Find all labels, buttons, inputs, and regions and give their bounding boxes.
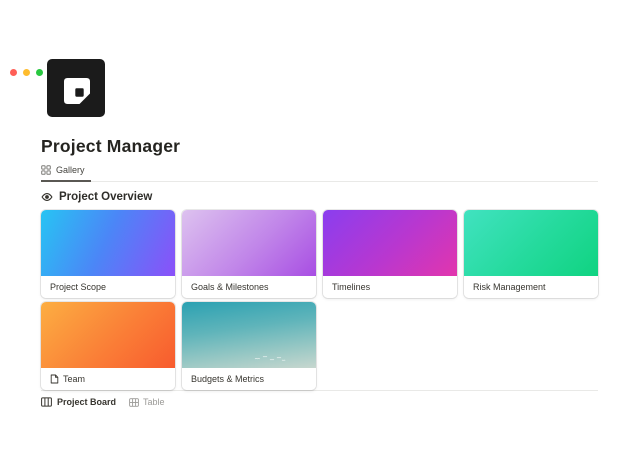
- page-icon: [50, 374, 59, 384]
- card-cover: [323, 210, 457, 276]
- board-title: Project Board: [57, 397, 116, 407]
- card-timelines[interactable]: Timelines: [323, 210, 457, 298]
- card-project-scope[interactable]: Project Scope: [41, 210, 175, 298]
- minimize-button[interactable]: [23, 69, 30, 76]
- eye-icon: [41, 191, 53, 203]
- section-project-board[interactable]: Project Board: [41, 397, 116, 407]
- card-risk-management[interactable]: Risk Management: [464, 210, 598, 298]
- card-cover: [41, 210, 175, 276]
- card-title: Timelines: [332, 282, 370, 292]
- card-cover: [464, 210, 598, 276]
- card-title: Project Scope: [50, 282, 106, 292]
- card-cover: [41, 302, 175, 368]
- card-title: Goals & Milestones: [191, 282, 269, 292]
- project-board-row: Project Board Table: [41, 397, 598, 407]
- card-cover: [182, 210, 316, 276]
- card-goals-milestones[interactable]: Goals & Milestones: [182, 210, 316, 298]
- card-team[interactable]: Team: [41, 302, 175, 390]
- birds-decoration: [253, 354, 287, 362]
- gallery-icon: [41, 165, 51, 175]
- page-title[interactable]: Project Manager: [41, 136, 598, 157]
- table-tab-label: Table: [143, 397, 165, 407]
- section-divider: [41, 390, 598, 391]
- card-title: Budgets & Metrics: [191, 374, 264, 384]
- section-project-overview[interactable]: Project Overview: [41, 191, 598, 203]
- tab-gallery-label: Gallery: [56, 165, 85, 175]
- table-icon: [129, 398, 139, 407]
- view-tab-bar: Gallery: [41, 163, 598, 182]
- tab-gallery[interactable]: Gallery: [41, 163, 91, 182]
- board-icon: [41, 397, 52, 407]
- window-controls: [10, 69, 43, 76]
- section-title: Project Overview: [59, 191, 152, 203]
- card-cover: [182, 302, 316, 368]
- zoom-button[interactable]: [36, 69, 43, 76]
- card-budgets-metrics[interactable]: Budgets & Metrics: [182, 302, 316, 390]
- card-title: Team: [63, 374, 85, 384]
- card-title: Risk Management: [473, 282, 546, 292]
- close-button[interactable]: [10, 69, 17, 76]
- page-logo-icon[interactable]: [47, 59, 105, 117]
- tab-table[interactable]: Table: [129, 397, 165, 407]
- gallery-grid: Project Scope Goals & Milestones Timelin…: [41, 210, 598, 390]
